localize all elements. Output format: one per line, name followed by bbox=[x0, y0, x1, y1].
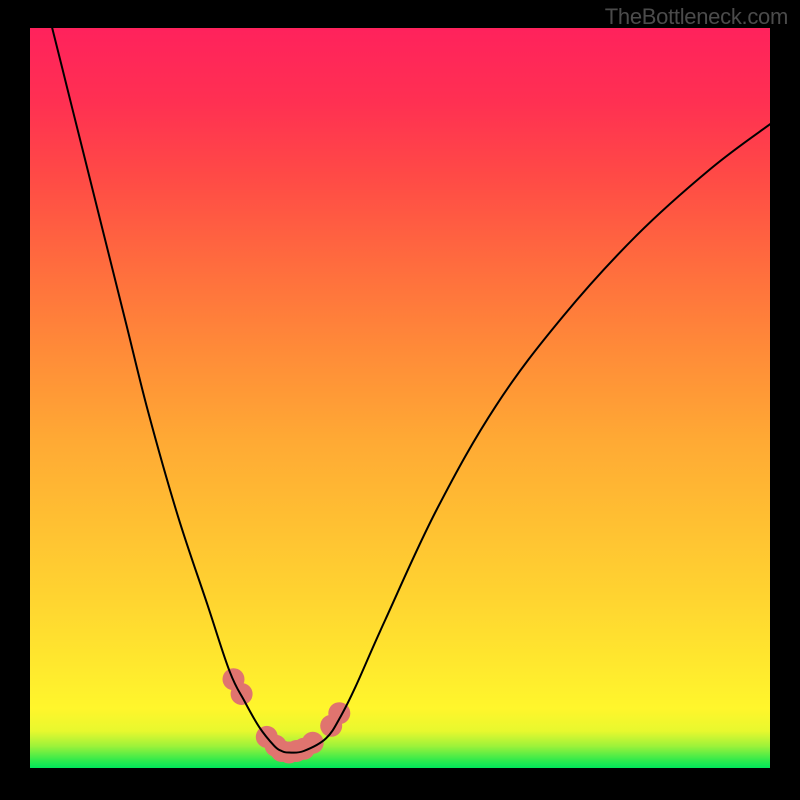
attribution-text: TheBottleneck.com bbox=[605, 4, 788, 30]
highlight-dots bbox=[223, 668, 351, 763]
plot-area bbox=[30, 28, 770, 768]
bottleneck-curve bbox=[52, 28, 770, 753]
highlight-dot bbox=[231, 683, 253, 705]
chart-frame: TheBottleneck.com bbox=[0, 0, 800, 800]
curve-layer bbox=[30, 28, 770, 768]
